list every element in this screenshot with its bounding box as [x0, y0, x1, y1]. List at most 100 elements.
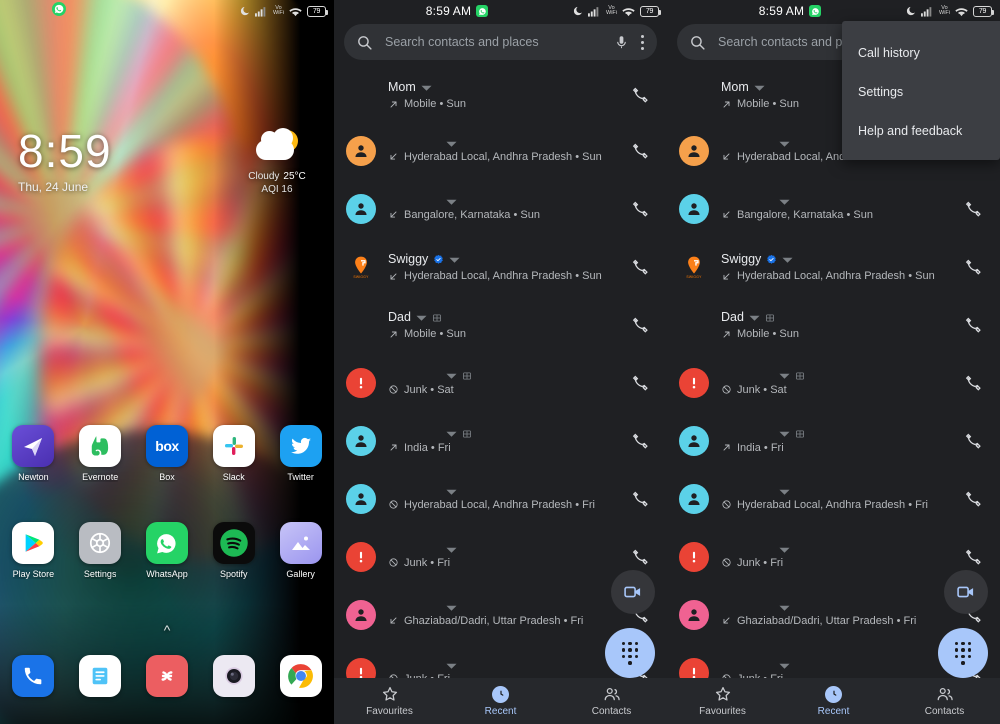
nav-tab-favourites[interactable]: Favourites — [334, 678, 445, 724]
call-log-row[interactable]: Junk • Sat — [334, 354, 667, 412]
nav-tab-contacts[interactable]: Contacts — [889, 678, 1000, 724]
app-newton[interactable]: Newton — [0, 425, 67, 482]
call-back-button[interactable] — [619, 142, 663, 161]
app-whatsapp[interactable]: WhatsApp — [134, 522, 201, 579]
overflow-menu[interactable]: Call history Settings Help and feedback — [842, 21, 1000, 160]
call-row-subtitle: India • Fri — [721, 442, 952, 454]
app-box[interactable]: box Box — [134, 425, 201, 482]
call-log-row[interactable]: India • Fri — [667, 412, 1000, 470]
call-log-row[interactable]: Hyderabad Local, Andhra Pradesh • Fri — [334, 470, 667, 528]
call-log-row[interactable]: Hyderabad Local, Andhra Pradesh • Sun — [334, 122, 667, 180]
dock-docs[interactable] — [67, 655, 134, 697]
slack-icon — [212, 425, 255, 467]
app-twitter[interactable]: Twitter — [267, 425, 334, 482]
call-back-button[interactable] — [952, 432, 996, 451]
weather-widget[interactable]: Cloudy 25°C AQI 16 — [232, 128, 322, 195]
partly-cloudy-icon — [250, 128, 304, 168]
app-play-store[interactable]: Play Store — [0, 522, 67, 579]
call-back-icon — [965, 317, 981, 333]
settings-gear-icon — [79, 522, 122, 564]
video-call-fab[interactable] — [611, 570, 655, 614]
video-camera-icon — [957, 586, 974, 598]
nav-tab-recent[interactable]: Recent — [445, 678, 556, 724]
signal-bars-icon — [588, 6, 599, 17]
call-back-button[interactable] — [619, 258, 663, 277]
call-back-button[interactable] — [619, 548, 663, 567]
nav-tab-favourites[interactable]: Favourites — [667, 678, 778, 724]
authy-icon — [145, 655, 188, 697]
call-location-and-day: Hyderabad Local, Andhra Pradesh • Sun — [737, 270, 935, 282]
call-log-row[interactable]: SWIGGY Swiggy Hyderabad Local, Andhra Prad… — [667, 238, 1000, 296]
call-back-button[interactable] — [952, 374, 996, 393]
nav-tab-contacts[interactable]: Contacts — [556, 678, 667, 724]
call-log-row[interactable]: Bangalore, Karnataka • Sun — [667, 180, 1000, 238]
person-icon — [688, 493, 700, 505]
call-row-body: Dad Mobile • Sun — [721, 310, 952, 340]
search-input[interactable]: Search contacts and places — [385, 35, 602, 49]
call-location-and-day: Junk • Fri — [404, 556, 451, 569]
app-label: Evernote — [82, 472, 119, 482]
call-back-button[interactable] — [619, 316, 663, 335]
call-back-button[interactable] — [952, 200, 996, 219]
menu-item-help-and-feedback[interactable]: Help and feedback — [842, 111, 1000, 150]
app-spotify[interactable]: Spotify — [200, 522, 267, 579]
call-back-icon — [965, 433, 981, 449]
call-back-icon — [965, 259, 981, 275]
call-back-button[interactable] — [952, 548, 996, 567]
call-log-row[interactable]: Bangalore, Karnataka • Sun — [334, 180, 667, 238]
incoming-call-arrow-icon — [390, 273, 397, 279]
microphone-icon[interactable] — [614, 34, 629, 51]
app-drawer-chevron-up-icon[interactable]: ^ — [0, 622, 334, 638]
wifi-call-icon — [749, 315, 760, 321]
nav-tab-recent[interactable]: Recent — [778, 678, 889, 724]
call-log-row[interactable]: India • Fri — [334, 412, 667, 470]
call-contact-name: Dad — [388, 310, 411, 324]
call-back-button[interactable] — [952, 316, 996, 335]
call-row-body: Junk • Fri — [721, 546, 952, 569]
search-bar[interactable]: Search contacts and places — [344, 24, 657, 60]
call-row-subtitle: Mobile • Sun — [388, 98, 619, 110]
call-back-button[interactable] — [952, 490, 996, 509]
alert-exclamation-icon — [692, 377, 696, 389]
app-settings[interactable]: Settings — [67, 522, 134, 579]
call-log-row[interactable]: Hyderabad Local, Andhra Pradesh • Fri — [667, 470, 1000, 528]
call-row-subtitle: Junk • Fri — [388, 557, 619, 569]
menu-item-call-history[interactable]: Call history — [842, 33, 1000, 72]
call-back-button[interactable] — [619, 432, 663, 451]
volte-icon: Vo WiFi — [939, 5, 950, 16]
video-call-fab[interactable] — [944, 570, 988, 614]
call-back-button[interactable] — [619, 374, 663, 393]
call-status-icons — [388, 662, 619, 670]
clock-widget[interactable]: 8:59 Thu, 24 June — [18, 128, 112, 194]
menu-item-settings[interactable]: Settings — [842, 72, 1000, 111]
spotify-icon — [212, 522, 255, 564]
more-options-kebab-icon[interactable] — [640, 34, 645, 50]
call-log-row[interactable]: SWIGGY Swiggy Hyderabad Local, Andhra Prad… — [334, 238, 667, 296]
call-back-button[interactable] — [619, 200, 663, 219]
dialpad-fab[interactable] — [605, 628, 655, 678]
call-contact-name: Swiggy — [721, 252, 762, 266]
dock-camera[interactable] — [200, 655, 267, 697]
dock-phone[interactable] — [0, 655, 67, 697]
call-log-row[interactable]: Mom Mobile • Sun — [334, 66, 667, 124]
dock-chrome[interactable] — [267, 655, 334, 697]
dialpad-fab[interactable] — [938, 628, 988, 678]
bottom-navigation: Favourites Recent Contacts — [334, 678, 667, 724]
app-gallery[interactable]: Gallery — [267, 522, 334, 579]
call-back-button[interactable] — [619, 86, 663, 105]
call-row-body: India • Fri — [721, 429, 952, 454]
call-back-button[interactable] — [619, 490, 663, 509]
wifi-call-icon — [446, 373, 457, 379]
status-time: 8:59 AM — [758, 4, 805, 18]
wifi-call-icon — [446, 199, 457, 205]
call-back-button[interactable] — [952, 258, 996, 277]
app-slack[interactable]: Slack — [200, 425, 267, 482]
call-log-row[interactable]: Dad Mobile • Sun — [667, 296, 1000, 354]
call-log-row[interactable]: Junk • Sat — [667, 354, 1000, 412]
dock-authy[interactable] — [134, 655, 201, 697]
app-evernote[interactable]: Evernote — [67, 425, 134, 482]
whatsapp-notification-icon — [476, 5, 489, 17]
call-log-row[interactable]: Dad Mobile • Sun — [334, 296, 667, 354]
dialer-recents-panel: 8:59 AM Vo WiFi 79 Search contacts and p… — [334, 0, 667, 724]
battery-level-label: 79 — [312, 7, 321, 15]
